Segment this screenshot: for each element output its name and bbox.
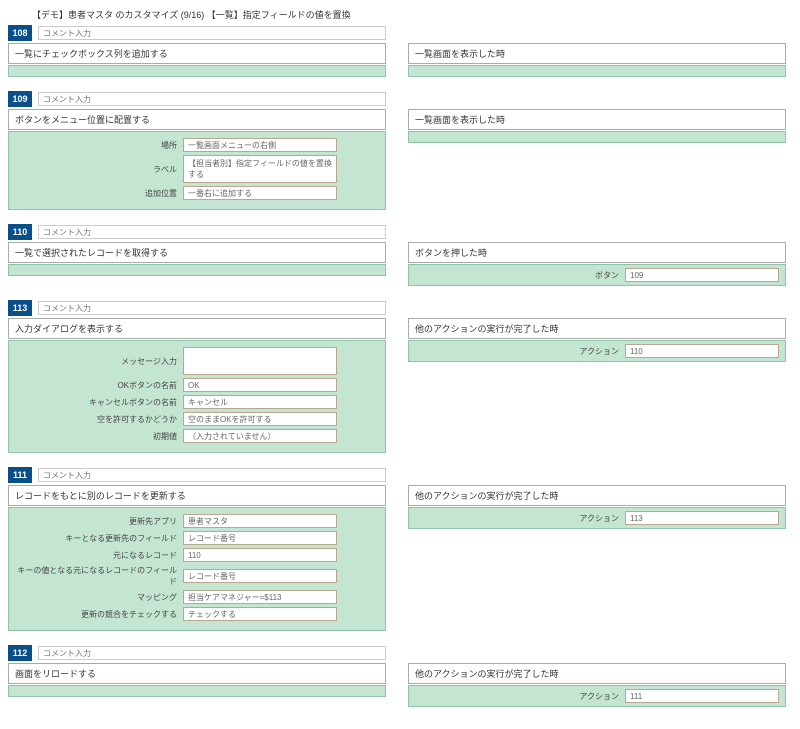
- trigger-title[interactable]: 他のアクションの実行が完了した時: [408, 663, 786, 684]
- block-number: 109: [8, 91, 32, 107]
- field-label: キーの値となる元になるレコードのフィールド: [15, 565, 183, 587]
- field-label: 空を許可するかどうか: [15, 414, 183, 425]
- field-label: 追加位置: [15, 188, 183, 199]
- field-input[interactable]: [183, 548, 337, 562]
- field-input[interactable]: [183, 531, 337, 545]
- field-label: ラベル: [15, 164, 183, 175]
- field-label: キーとなる更新先のフィールド: [15, 533, 183, 544]
- trigger-title[interactable]: 一覧画面を表示した時: [408, 43, 786, 64]
- comment-input[interactable]: [38, 26, 386, 40]
- page-header: 【デモ】患者マスタ のカスタマイズ (9/16) 【一覧】指定フィールドの値を置…: [8, 8, 792, 21]
- block-number: 108: [8, 25, 32, 41]
- block-number: 111: [8, 467, 32, 483]
- action-title[interactable]: レコードをもとに別のレコードを更新する: [8, 485, 386, 506]
- field-input[interactable]: [625, 268, 779, 282]
- field-input[interactable]: [183, 378, 337, 392]
- field-input[interactable]: [183, 514, 337, 528]
- field-input[interactable]: [183, 347, 337, 375]
- field-input[interactable]: [183, 155, 337, 183]
- field-input[interactable]: [183, 569, 337, 583]
- field-input[interactable]: [183, 395, 337, 409]
- trigger-title[interactable]: 一覧画面を表示した時: [408, 109, 786, 130]
- action-title[interactable]: 画面をリロードする: [8, 663, 386, 684]
- trigger-body: アクション: [408, 685, 786, 707]
- field-label: 初期値: [15, 431, 183, 442]
- block-number: 113: [8, 300, 32, 316]
- trigger-title[interactable]: 他のアクションの実行が完了した時: [408, 485, 786, 506]
- trigger-body: アクション: [408, 507, 786, 529]
- field-label: アクション: [579, 691, 625, 702]
- field-input[interactable]: [183, 590, 337, 604]
- field-input[interactable]: [183, 429, 337, 443]
- field-label: OKボタンの名前: [15, 380, 183, 391]
- trigger-title[interactable]: ボタンを押した時: [408, 242, 786, 263]
- comment-input[interactable]: [38, 301, 386, 315]
- action-body: [8, 685, 386, 697]
- action-body: [8, 65, 386, 77]
- field-label: 更新先アプリ: [15, 516, 183, 527]
- field-label: 元になるレコード: [15, 550, 183, 561]
- field-input[interactable]: [183, 412, 337, 426]
- trigger-title[interactable]: 他のアクションの実行が完了した時: [408, 318, 786, 339]
- comment-input[interactable]: [38, 646, 386, 660]
- action-title[interactable]: 一覧で選択されたレコードを取得する: [8, 242, 386, 263]
- field-label: キャンセルボタンの名前: [15, 397, 183, 408]
- trigger-body: [408, 65, 786, 77]
- field-label: マッピング: [15, 592, 183, 603]
- block-number: 112: [8, 645, 32, 661]
- comment-input[interactable]: [38, 468, 386, 482]
- action-body: 場所ラベル追加位置: [8, 131, 386, 210]
- comment-input[interactable]: [38, 92, 386, 106]
- action-title[interactable]: 一覧にチェックボックス列を追加する: [8, 43, 386, 64]
- action-title[interactable]: ボタンをメニュー位置に配置する: [8, 109, 386, 130]
- action-body: 更新先アプリキーとなる更新先のフィールド元になるレコードキーの値となる元になるレ…: [8, 507, 386, 631]
- trigger-body: [408, 131, 786, 143]
- field-input[interactable]: [183, 607, 337, 621]
- action-body: [8, 264, 386, 276]
- field-label: 場所: [15, 140, 183, 151]
- field-label: メッセージ入力: [15, 356, 183, 367]
- field-label: アクション: [579, 513, 625, 524]
- block-number: 110: [8, 224, 32, 240]
- field-label: ボタン: [595, 270, 625, 281]
- field-input[interactable]: [183, 138, 337, 152]
- action-title[interactable]: 入力ダイアログを表示する: [8, 318, 386, 339]
- action-body: メッセージ入力 OKボタンの名前キャンセルボタンの名前空を許可するかどうか初期値: [8, 340, 386, 453]
- field-input[interactable]: [625, 511, 779, 525]
- field-input[interactable]: [625, 689, 779, 703]
- trigger-body: アクション: [408, 340, 786, 362]
- comment-input[interactable]: [38, 225, 386, 239]
- field-label: 更新の競合をチェックする: [15, 609, 183, 620]
- field-label: アクション: [579, 346, 625, 357]
- trigger-body: ボタン: [408, 264, 786, 286]
- field-input[interactable]: [625, 344, 779, 358]
- field-input[interactable]: [183, 186, 337, 200]
